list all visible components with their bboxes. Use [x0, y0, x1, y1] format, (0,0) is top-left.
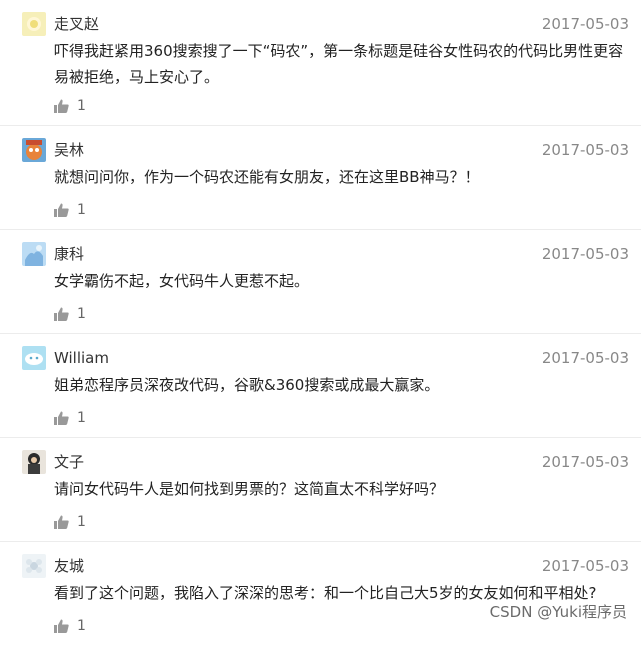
avatar-flower-icon[interactable]: [22, 554, 46, 578]
like-count: 1: [77, 514, 86, 530]
like-button[interactable]: 1: [54, 98, 86, 114]
like-button[interactable]: 1: [54, 202, 86, 218]
like-count: 1: [77, 618, 86, 634]
avatar-person-icon[interactable]: [22, 450, 46, 474]
like-count: 1: [77, 306, 86, 322]
thumbs-up-icon: [54, 515, 69, 529]
comment-text: 女学霸伤不起，女代码牛人更惹不起。: [54, 272, 310, 290]
comment-date: 2017-05-03: [541, 15, 629, 33]
comment-text: 吓得我赶紧用360搜索搜了一下“码农”，第一条标题是硅谷女性码农的代码比男性更容…: [54, 42, 624, 86]
thumbs-up-icon: [54, 99, 69, 113]
comment-username[interactable]: William: [54, 348, 109, 368]
comment-date: 2017-05-03: [541, 557, 629, 575]
comment-username[interactable]: 文子: [54, 452, 84, 472]
avatar-cartoon-icon[interactable]: [22, 138, 46, 162]
like-button[interactable]: 1: [54, 306, 86, 322]
like-count: 1: [77, 202, 86, 218]
like-count: 1: [77, 98, 86, 114]
like-count: 1: [77, 410, 86, 426]
thumbs-up-icon: [54, 307, 69, 321]
like-button[interactable]: 1: [54, 618, 86, 634]
comment-item: 友城 2017-05-03 看到了这个问题，我陷入了深深的思考：和一个比自己大5…: [0, 542, 641, 646]
comment-date: 2017-05-03: [541, 245, 629, 263]
comment-item: William 2017-05-03 姐弟恋程序员深夜改代码，谷歌&360搜索或…: [0, 334, 641, 438]
thumbs-up-icon: [54, 203, 69, 217]
comment-item: 走叉赵 2017-05-03 吓得我赶紧用360搜索搜了一下“码农”，第一条标题…: [0, 0, 641, 126]
comment-item: 文子 2017-05-03 请问女代码牛人是如何找到男票的？这简直太不科学好吗？…: [0, 438, 641, 542]
comment-username[interactable]: 吴林: [54, 140, 84, 160]
comment-item: 吴林 2017-05-03 就想问问你，作为一个码农还能有女朋友，还在这里BB神…: [0, 126, 641, 230]
comment-text: 请问女代码牛人是如何找到男票的？这简直太不科学好吗？: [54, 480, 445, 498]
thumbs-up-icon: [54, 619, 69, 633]
thumbs-up-icon: [54, 411, 69, 425]
like-button[interactable]: 1: [54, 410, 86, 426]
comment-date: 2017-05-03: [541, 349, 629, 367]
avatar-cloud-icon[interactable]: [22, 346, 46, 370]
like-button[interactable]: 1: [54, 514, 86, 530]
comment-date: 2017-05-03: [541, 141, 629, 159]
comment-date: 2017-05-03: [541, 453, 629, 471]
comment-username[interactable]: 康科: [54, 244, 84, 264]
avatar-sun-icon[interactable]: [22, 12, 46, 36]
comment-username[interactable]: 走叉赵: [54, 14, 99, 34]
avatar-sky-icon[interactable]: [22, 242, 46, 266]
comment-username[interactable]: 友城: [54, 556, 84, 576]
csdn-watermark: CSDN @Yuki程序员: [489, 603, 627, 621]
comment-list: 走叉赵 2017-05-03 吓得我赶紧用360搜索搜了一下“码农”，第一条标题…: [0, 0, 641, 646]
comment-text: 姐弟恋程序员深夜改代码，谷歌&360搜索或成最大赢家。: [54, 376, 440, 394]
comment-text: 就想问问你，作为一个码农还能有女朋友，还在这里BB神马？！: [54, 168, 480, 186]
comment-item: 康科 2017-05-03 女学霸伤不起，女代码牛人更惹不起。 1: [0, 230, 641, 334]
